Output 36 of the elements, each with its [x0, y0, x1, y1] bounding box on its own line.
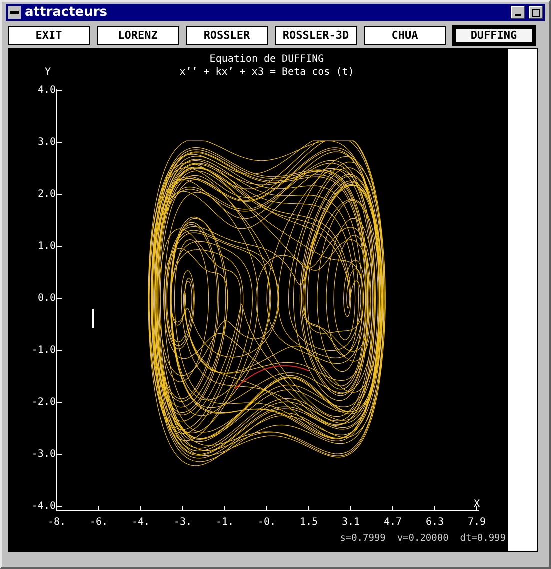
attractor-button[interactable]: LORENZ: [97, 26, 179, 45]
attractor-button[interactable]: DUFFING: [453, 26, 535, 45]
x-tick-label: 6.3: [426, 517, 444, 528]
cursor-marker: [92, 309, 94, 328]
x-axis-label: X: [474, 499, 480, 510]
y-tick-label: 3.0: [38, 137, 56, 148]
y-tick-label: -1.0: [32, 345, 56, 356]
attractor-button[interactable]: CHUA: [364, 26, 446, 45]
x-tick-label: -1.: [216, 517, 234, 528]
x-tick-label: 1.5: [300, 517, 318, 528]
attractor-button[interactable]: ROSSLER-3D: [275, 26, 357, 45]
x-tick-label: 7.9: [468, 517, 486, 528]
maximize-icon[interactable]: [529, 6, 543, 19]
status-text: s=0.7999 v=0.20000 dt=0.999: [340, 533, 506, 544]
x-tick-label: -0.: [258, 517, 276, 528]
x-tick-label: -3.: [174, 517, 192, 528]
attractor-button[interactable]: EXIT: [8, 26, 90, 45]
window-title: attracteurs: [25, 5, 109, 20]
x-tick-label: 3.1: [342, 517, 360, 528]
attractor-button[interactable]: ROSSLER: [186, 26, 268, 45]
x-tick-label: 4.7: [384, 517, 402, 528]
y-tick-label: 1.0: [38, 241, 56, 252]
plot-subtitle: x’’ + kx’ + x3 = Beta cos (t): [180, 67, 354, 78]
y-tick-label: -4.0: [32, 501, 56, 512]
y-tick-label: 0.0: [38, 293, 56, 304]
y-tick-label: 2.0: [38, 189, 56, 200]
y-tick-label: -2.0: [32, 397, 56, 408]
y-tick-label: -3.0: [32, 449, 56, 460]
plot-title: Equation de DUFFING: [210, 54, 324, 65]
x-tick-label: -4.: [132, 517, 150, 528]
y-axis-label: Y: [44, 67, 52, 78]
x-tick-label: -8.: [48, 517, 66, 528]
y-tick-label: 4.0: [38, 85, 56, 96]
minimize-icon[interactable]: [511, 6, 525, 19]
window-menu-icon[interactable]: [8, 6, 21, 19]
x-tick-label: -6.: [90, 517, 108, 528]
